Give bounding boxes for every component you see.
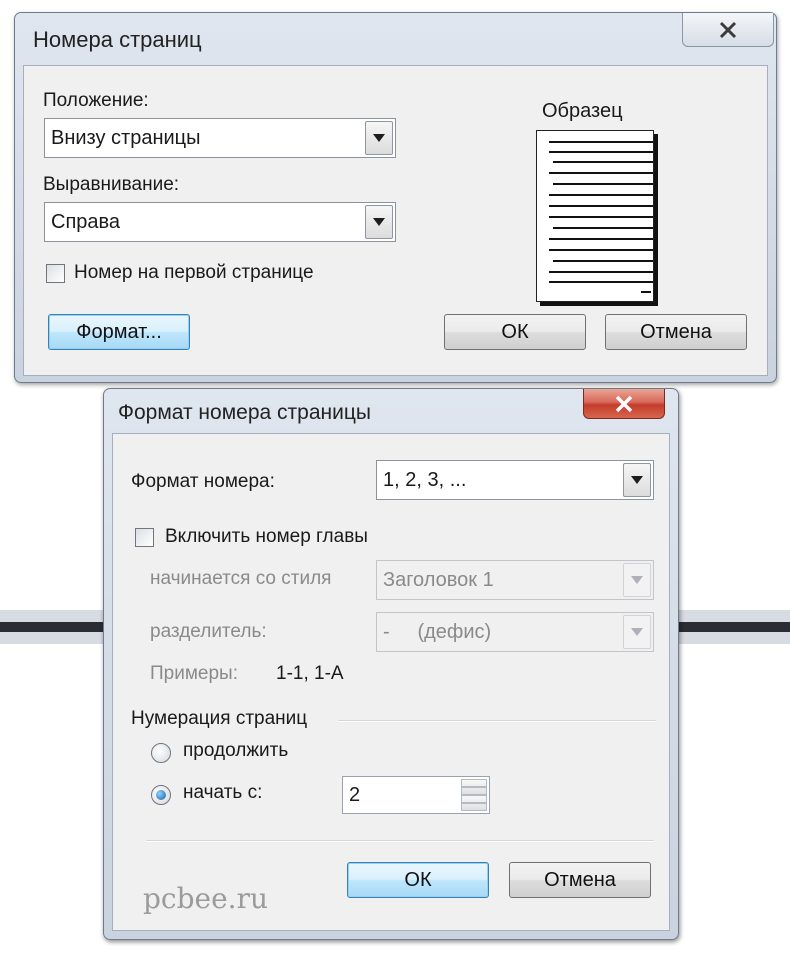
dialog-body: Формат номера: 1, 2, 3, ... Включить ном… — [112, 433, 670, 931]
close-button[interactable] — [682, 13, 774, 47]
include-chapter-checkbox[interactable] — [135, 528, 154, 547]
chapter-style-value: Заголовок 1 — [383, 568, 494, 591]
first-page-checkbox[interactable] — [46, 264, 65, 283]
number-format-label: Формат номера: — [131, 471, 275, 492]
spin-down-icon[interactable] — [461, 795, 487, 811]
number-format-value: 1, 2, 3, ... — [383, 468, 467, 491]
close-icon — [615, 395, 633, 412]
position-value: Внизу страницы — [51, 126, 201, 149]
page-numbers-dialog: Номера страниц Положение: Внизу страницы… — [14, 12, 777, 383]
preview-label: Образец — [542, 100, 623, 122]
spin-up-icon[interactable] — [461, 779, 487, 795]
start-at-label[interactable]: начать с: — [183, 782, 262, 804]
chapter-style-label: начинается со стиля — [150, 568, 332, 589]
number-format-select[interactable]: 1, 2, 3, ... — [376, 460, 654, 500]
start-at-spinner[interactable]: 2 — [342, 776, 490, 814]
separator-label: разделитель: — [150, 621, 267, 642]
cancel-button[interactable]: Отмена — [509, 862, 651, 898]
close-button[interactable] — [583, 389, 665, 419]
alignment-label-text: Выравнивание: — [43, 174, 180, 195]
cancel-button[interactable]: Отмена — [605, 314, 747, 350]
position-label-text: Положение: — [43, 90, 149, 111]
start-at-value: 2 — [349, 783, 361, 806]
numbering-section-label: Нумерация страниц — [131, 708, 308, 729]
separator-value: - (дефис) — [383, 620, 492, 643]
dropdown-arrow-icon[interactable] — [365, 205, 393, 239]
spinner-arrows — [461, 779, 487, 811]
include-chapter-label[interactable]: Включить номер главы — [165, 526, 368, 548]
bottom-divider — [146, 840, 654, 842]
ok-button[interactable]: ОК — [347, 862, 489, 898]
separator-select[interactable]: - (дефис) — [376, 612, 654, 652]
dialog-body: Положение: Внизу страницы Выравнивание: … — [23, 65, 768, 376]
section-divider — [338, 720, 656, 722]
dropdown-arrow-icon[interactable] — [365, 121, 393, 155]
chapter-style-select[interactable]: Заголовок 1 — [376, 560, 654, 600]
position-select[interactable]: Внизу страницы — [44, 118, 396, 158]
alignment-select[interactable]: Справа — [44, 202, 396, 242]
alignment-value: Справа — [51, 210, 121, 233]
format-button[interactable]: Формат... — [48, 314, 190, 350]
examples-label: Примеры: — [150, 663, 238, 684]
first-page-checkbox-label[interactable]: Номер на первой странице — [74, 262, 314, 284]
dropdown-arrow-icon[interactable] — [623, 615, 651, 649]
dialog-title: Формат номера страницы — [118, 401, 371, 424]
page-number-format-dialog: Формат номера страницы Формат номера: 1,… — [103, 388, 679, 940]
dialog-title: Номера страниц — [33, 27, 202, 52]
dropdown-arrow-icon[interactable] — [623, 463, 651, 497]
continue-label[interactable]: продолжить — [183, 740, 288, 762]
preview-page — [536, 130, 654, 302]
position-label: Положение: — [43, 90, 149, 112]
examples-value: 1-1, 1-А — [276, 663, 344, 684]
alignment-label: Выравнивание: — [43, 174, 179, 196]
dropdown-arrow-icon[interactable] — [623, 563, 651, 597]
ok-button[interactable]: ОК — [444, 314, 586, 350]
continue-radio[interactable] — [151, 743, 171, 763]
watermark-text: pcbee.ru — [143, 882, 268, 915]
close-icon — [719, 21, 737, 38]
start-at-radio[interactable] — [151, 785, 171, 805]
